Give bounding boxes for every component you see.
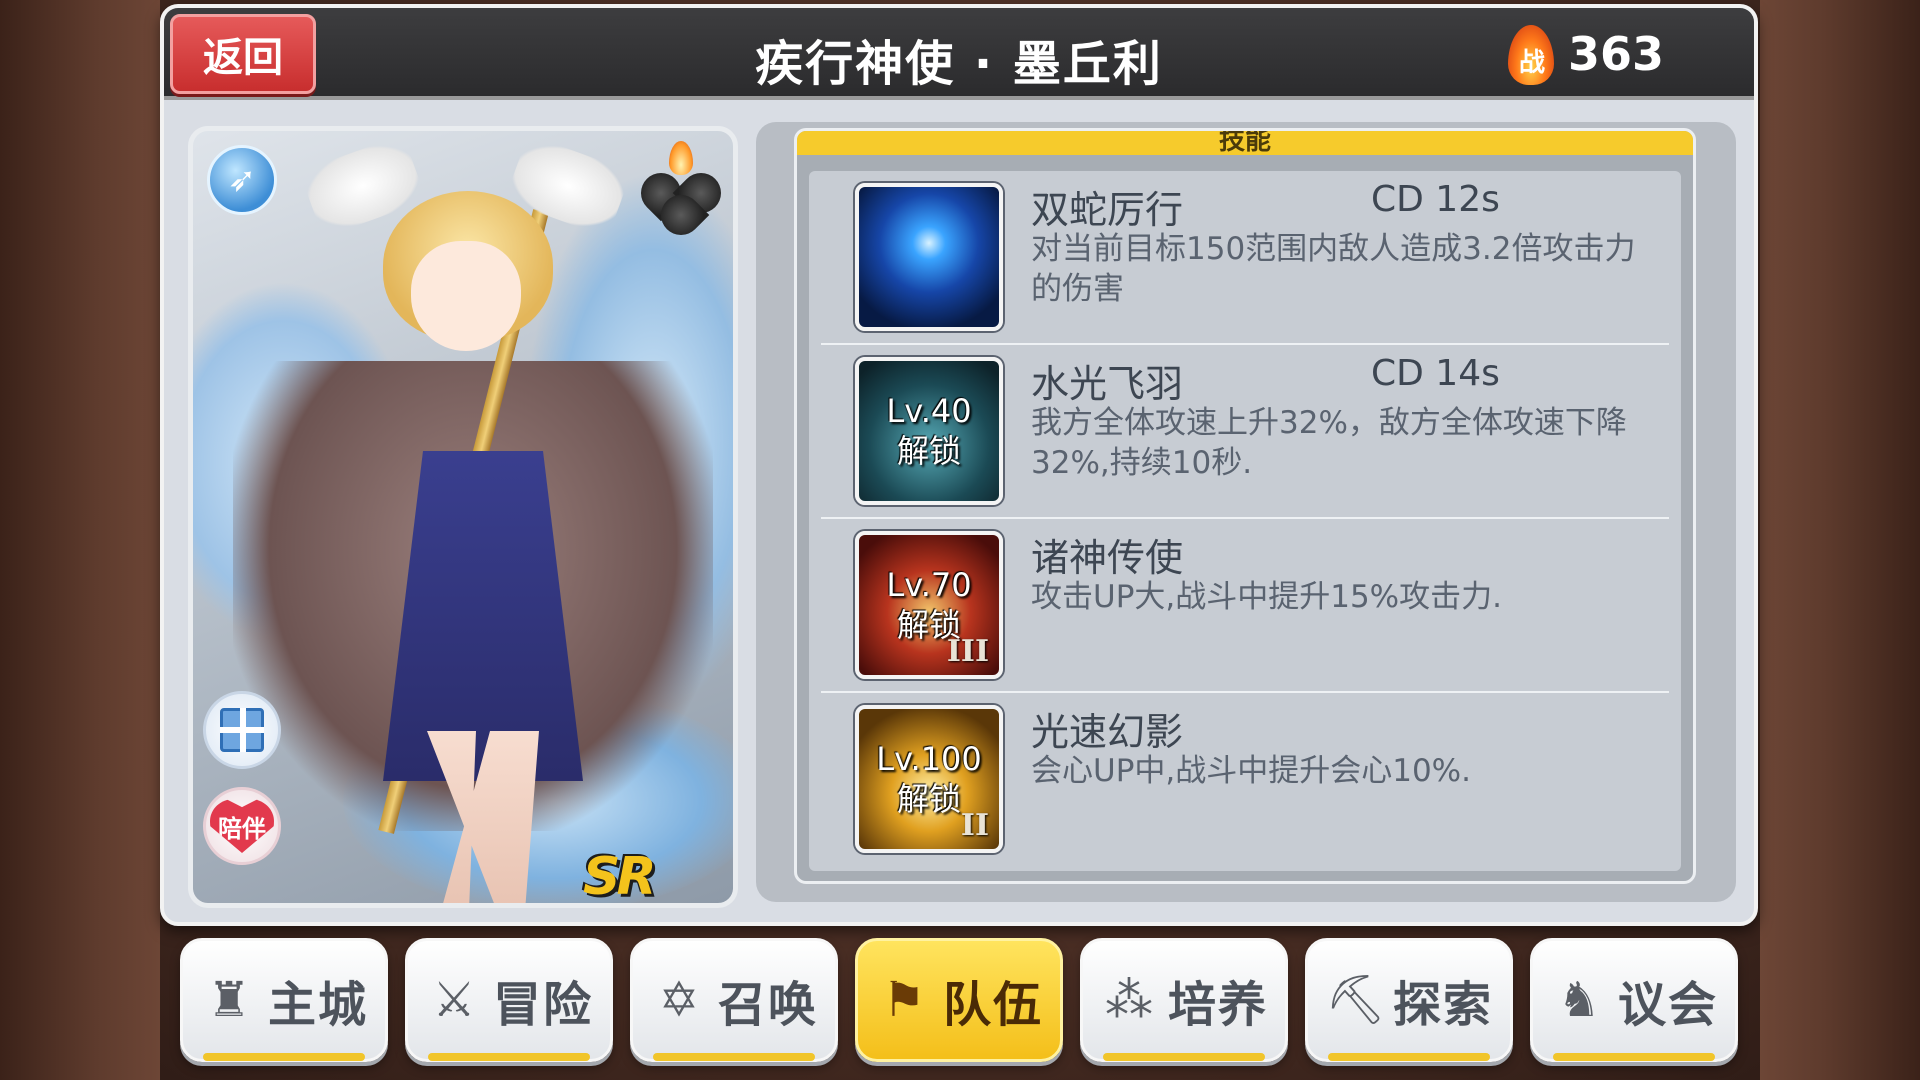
fire-element-icon bbox=[632, 139, 730, 244]
starburst-skill-icon[interactable] bbox=[855, 183, 1003, 331]
background-shelf-right bbox=[1760, 0, 1920, 1080]
nav-council[interactable]: ♞ 议会 bbox=[1530, 938, 1738, 1062]
bottom-navigation: ♜ 主城 ⚔ 冒险 ✡ 召唤 ⚑ 队伍 ⁂ 培养 ⛏ 探索 ♞ 议会 bbox=[180, 938, 1740, 1068]
skill-unlock-level: Lv.100 解锁 bbox=[876, 740, 982, 818]
skill-name: 光速幻影 bbox=[1031, 710, 1184, 754]
nav-label: 培养 bbox=[1167, 977, 1268, 1033]
nav-team[interactable]: ⚑ 队伍 bbox=[855, 938, 1063, 1062]
skill-unlock-level: Lv.70 解锁 bbox=[886, 566, 972, 644]
title-bar: 返回 疾行神使 · 墨丘利 战 363 bbox=[164, 8, 1754, 100]
skill-description: 会心UP中,战斗中提升会心10%. bbox=[1031, 753, 1471, 789]
skill-tier: II bbox=[960, 808, 989, 843]
skills-frame: 技能 双蛇厉行 CD 12s 对当前目标150范围内敌人造成3.2倍攻击力的伤害… bbox=[794, 128, 1696, 884]
background-shelf-left bbox=[0, 0, 160, 1080]
skills-header: 技能 bbox=[797, 131, 1693, 155]
crossed-swords-icon: ⚔ bbox=[432, 972, 476, 1028]
nav-label: 议会 bbox=[1617, 977, 1718, 1033]
skill-cooldown: CD 14s bbox=[1371, 353, 1500, 394]
critical-up-skill-icon[interactable]: Lv.100 解锁 II bbox=[855, 705, 1003, 853]
nav-train[interactable]: ⁂ 培养 bbox=[1080, 938, 1288, 1062]
nav-main-city[interactable]: ♜ 主城 bbox=[180, 938, 388, 1062]
skill-row[interactable]: Lv.70 解锁 III 诸神传使 攻击UP大,战斗中提升15%攻击力. bbox=[809, 519, 1681, 693]
feather-skill-icon[interactable]: Lv.40 解锁 bbox=[855, 357, 1003, 505]
nav-explore[interactable]: ⛏ 探索 bbox=[1305, 938, 1513, 1062]
nav-label: 主城 bbox=[267, 977, 368, 1033]
character-face-art bbox=[411, 241, 521, 351]
explore-icon: ⛏ bbox=[1324, 972, 1386, 1028]
skill-unlock-level: Lv.40 解锁 bbox=[886, 392, 972, 470]
skill-description: 攻击UP大,战斗中提升15%攻击力. bbox=[1031, 579, 1502, 615]
skill-name: 双蛇厉行 bbox=[1031, 188, 1184, 232]
skill-row[interactable]: Lv.40 解锁 水光飞羽 CD 14s 我方全体攻速上升32%，敌方全体攻速下… bbox=[809, 345, 1681, 519]
gift-icon bbox=[220, 708, 264, 752]
nav-label: 探索 bbox=[1392, 977, 1493, 1033]
team-icon: ⚑ bbox=[882, 972, 926, 1028]
character-detail-window: 返回 疾行神使 · 墨丘利 战 363 ➶ 陪伴 SR 技能 双蛇厉行 CD 1… bbox=[160, 4, 1758, 926]
rarity-badge: SR bbox=[583, 847, 656, 907]
skill-row[interactable]: Lv.100 解锁 II 光速幻影 会心UP中,战斗中提升会心10%. bbox=[809, 693, 1681, 867]
skill-row[interactable]: 双蛇厉行 CD 12s 对当前目标150范围内敌人造成3.2倍攻击力的伤害 bbox=[809, 171, 1681, 345]
combat-power: 战 363 bbox=[1504, 16, 1664, 92]
skill-tier: III bbox=[946, 634, 989, 669]
skills-panel: 技能 双蛇厉行 CD 12s 对当前目标150范围内敌人造成3.2倍攻击力的伤害… bbox=[756, 122, 1736, 902]
skill-name: 水光飞羽 bbox=[1031, 362, 1184, 406]
accompany-label: 陪伴 bbox=[210, 799, 274, 853]
nav-summon[interactable]: ✡ 召唤 bbox=[630, 938, 838, 1062]
train-icon: ⁂ bbox=[1104, 972, 1153, 1028]
nav-label: 冒险 bbox=[492, 977, 593, 1033]
skill-description: 我方全体攻速上升32%，敌方全体攻速下降32%,持续10秒. bbox=[1031, 405, 1627, 481]
nav-adventure[interactable]: ⚔ 冒险 bbox=[405, 938, 613, 1062]
skill-cooldown: CD 12s bbox=[1371, 179, 1500, 220]
nav-label: 队伍 bbox=[942, 977, 1043, 1033]
power-badge: 战 bbox=[1518, 48, 1545, 78]
council-icon: ♞ bbox=[1557, 972, 1601, 1028]
skill-description: 对当前目标150范围内敌人造成3.2倍攻击力的伤害 bbox=[1031, 231, 1636, 307]
summon-circle-icon: ✡ bbox=[658, 972, 700, 1028]
attack-up-skill-icon[interactable]: Lv.70 解锁 III bbox=[855, 531, 1003, 679]
skill-name: 诸神传使 bbox=[1031, 536, 1184, 580]
castle-icon: ♜ bbox=[207, 972, 251, 1028]
character-portrait-card: ➶ 陪伴 SR bbox=[188, 126, 738, 908]
bow-icon[interactable]: ➶ bbox=[207, 145, 277, 215]
skill-list: 双蛇厉行 CD 12s 对当前目标150范围内敌人造成3.2倍攻击力的伤害 Lv… bbox=[809, 171, 1681, 871]
flame-icon: 战 bbox=[1504, 19, 1558, 89]
power-value: 363 bbox=[1568, 27, 1665, 81]
accompany-button[interactable]: 陪伴 bbox=[203, 787, 281, 865]
nav-label: 召唤 bbox=[717, 977, 818, 1033]
gift-button[interactable] bbox=[203, 691, 281, 769]
